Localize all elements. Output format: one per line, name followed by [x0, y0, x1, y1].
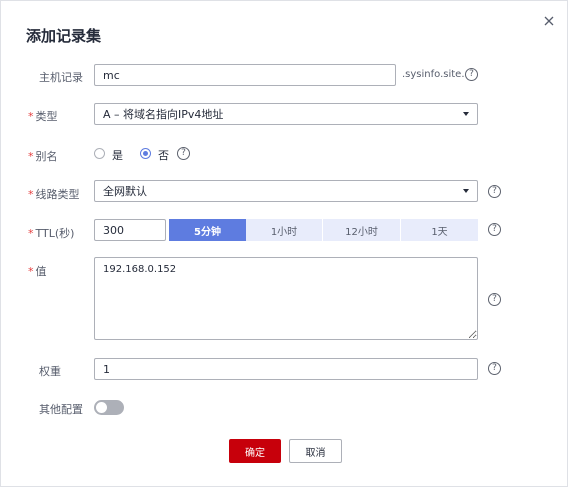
- record-value-textarea[interactable]: [94, 257, 478, 340]
- alias-option-no-label[interactable]: 否: [158, 147, 169, 163]
- line-type-select[interactable]: 全网默认: [94, 180, 478, 202]
- toggle-knob: [96, 402, 107, 413]
- type-label: * 类型: [28, 110, 58, 123]
- alias-label: * 别名: [28, 150, 58, 163]
- line-type-select-value: 全网默认: [103, 185, 147, 198]
- domain-suffix: .sysinfo.site.: [402, 69, 465, 80]
- required-mark: *: [28, 265, 34, 278]
- alias-help-icon[interactable]: ?: [177, 147, 190, 160]
- ttl-help-icon[interactable]: ?: [488, 223, 501, 236]
- add-record-set-dialog: 添加记录集 主机记录 mc .sysinfo.site. ? * 类型 A – 将…: [0, 0, 568, 487]
- chevron-down-icon: [463, 189, 469, 193]
- value-label: * 值: [28, 265, 47, 278]
- line-type-help-icon[interactable]: ?: [488, 185, 501, 198]
- ttl-input[interactable]: 300: [94, 219, 166, 241]
- required-mark: *: [28, 227, 34, 240]
- alias-radio-yes[interactable]: [94, 148, 105, 159]
- ttl-preset-1hour[interactable]: 1小时: [246, 219, 323, 241]
- ttl-preset-12hours[interactable]: 12小时: [323, 219, 401, 241]
- value-help-icon[interactable]: ?: [488, 293, 501, 306]
- type-select[interactable]: A – 将域名指向IPv4地址: [94, 103, 478, 125]
- other-config-label: 其他配置: [39, 403, 83, 416]
- other-config-toggle[interactable]: [94, 400, 124, 415]
- ttl-preset-1day[interactable]: 1天: [401, 219, 478, 241]
- weight-help-icon[interactable]: ?: [488, 362, 501, 375]
- host-record-label: 主机记录: [39, 71, 83, 84]
- required-mark: *: [28, 110, 34, 123]
- line-type-label: * 线路类型: [28, 188, 80, 201]
- close-icon[interactable]: [539, 11, 559, 31]
- ttl-value: 300: [103, 223, 124, 237]
- dialog-title: 添加记录集: [26, 27, 102, 45]
- required-mark: *: [28, 150, 34, 163]
- host-record-value: mc: [103, 68, 120, 82]
- alias-option-yes-label[interactable]: 是: [112, 147, 123, 163]
- weight-label: 权重: [39, 365, 61, 378]
- weight-value: 1: [103, 362, 110, 376]
- required-mark: *: [28, 188, 34, 201]
- host-help-icon[interactable]: ?: [465, 68, 478, 81]
- chevron-down-icon: [463, 112, 469, 116]
- alias-radio-no[interactable]: [140, 148, 151, 159]
- cancel-button[interactable]: 取消: [289, 439, 342, 463]
- host-record-input[interactable]: mc: [94, 64, 396, 86]
- ttl-preset-5min[interactable]: 5分钟: [169, 219, 246, 241]
- ttl-label: * TTL(秒): [28, 227, 75, 240]
- weight-input[interactable]: 1: [94, 358, 478, 380]
- confirm-button[interactable]: 确定: [229, 439, 281, 463]
- type-select-value: A – 将域名指向IPv4地址: [103, 108, 224, 121]
